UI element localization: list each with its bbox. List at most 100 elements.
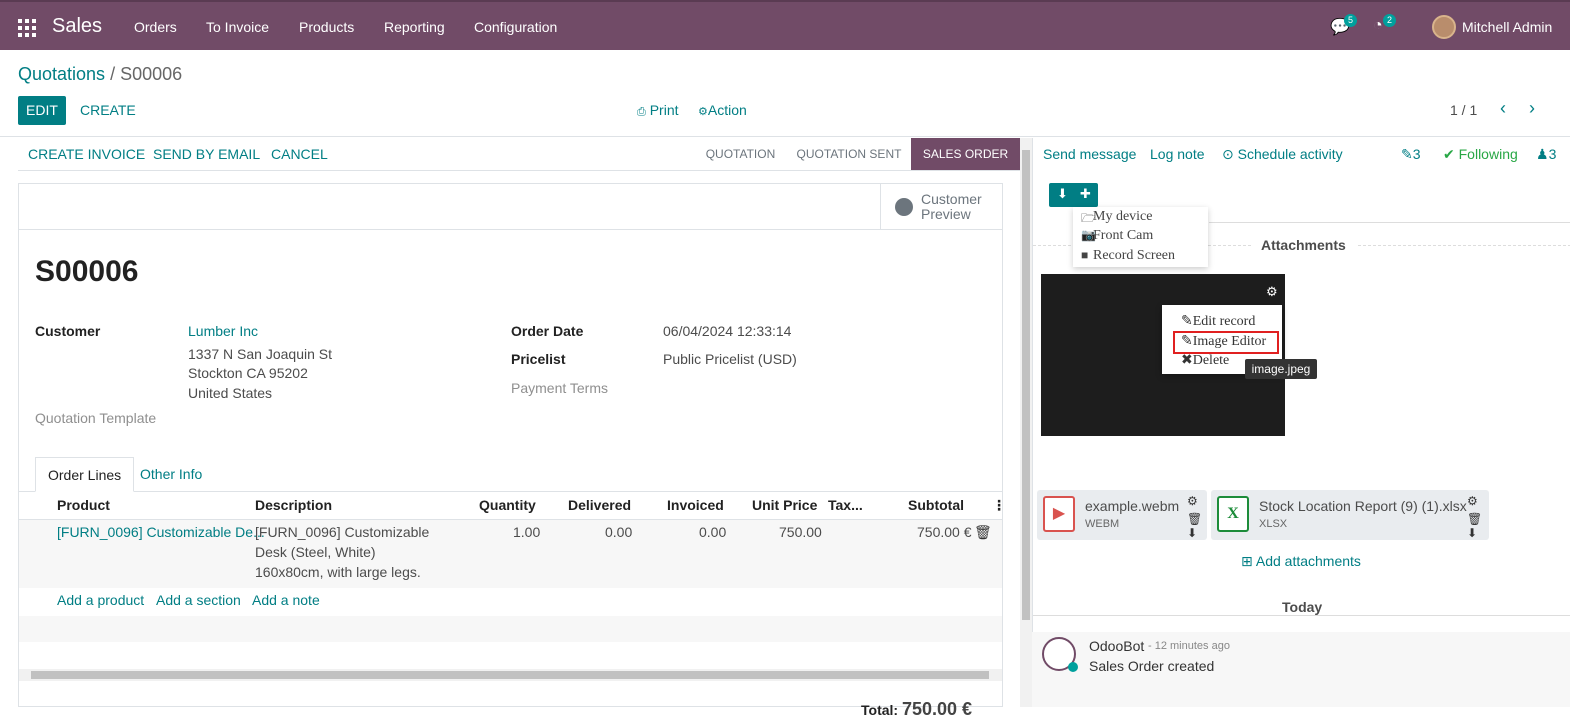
attachments-count-button[interactable]: ✎3 xyxy=(1401,146,1421,163)
pager-next-icon[interactable]: › xyxy=(1529,98,1535,119)
add-attachments-button[interactable]: ⊞ Add attachments xyxy=(1241,553,1361,570)
image-gear-icon[interactable]: ⚙ xyxy=(1266,284,1278,300)
stage-quotation[interactable]: QUOTATION xyxy=(698,138,783,170)
menu-products[interactable]: Products xyxy=(299,19,354,35)
col-delivered[interactable]: Delivered xyxy=(568,497,631,513)
add-section-link[interactable]: Add a section xyxy=(156,592,241,608)
menu-to-invoice[interactable]: To Invoice xyxy=(206,19,269,35)
activity-icon[interactable]: ◔ xyxy=(1373,17,1383,35)
apps-menu-icon[interactable] xyxy=(18,19,36,37)
activity-badge: 2 xyxy=(1383,14,1397,27)
plus-icon[interactable]: ✚ xyxy=(1080,186,1091,202)
cancel-button[interactable]: CANCEL xyxy=(271,146,328,162)
col-unit-price[interactable]: Unit Price xyxy=(752,497,817,513)
paperclip-icon: ✎ xyxy=(1401,146,1413,162)
action-button[interactable]: ⚙Action xyxy=(698,102,747,118)
attachment-gear-icon[interactable]: ⚙ xyxy=(1467,494,1478,508)
check-icon: ✔ xyxy=(1443,146,1455,162)
customer-link[interactable]: Lumber Inc xyxy=(188,321,258,341)
pricelist-value: Public Pricelist (USD) xyxy=(663,351,797,367)
image-editor-label: Image Editor xyxy=(1192,334,1267,349)
form-sheet: Customer Preview S00006 Customer Lumber … xyxy=(18,183,1006,719)
attachment-type: XLSX xyxy=(1259,518,1288,530)
breadcrumb-separator: / xyxy=(110,64,116,84)
tab-other-info[interactable]: Other Info xyxy=(128,457,214,492)
front-cam-label: Front Cam xyxy=(1093,228,1154,243)
col-product[interactable]: Product xyxy=(57,497,110,513)
stage-quotation-sent[interactable]: QUOTATION SENT xyxy=(790,138,908,170)
pricelist-label: Pricelist xyxy=(511,351,566,367)
user-menu[interactable]: Mitchell Admin xyxy=(1462,19,1552,35)
attachment-download-icon[interactable]: ⬇ xyxy=(1467,526,1477,540)
vertical-scrollbar[interactable] xyxy=(1020,138,1032,707)
customer-preview-label: Customer Preview xyxy=(921,191,982,222)
schedule-activity-button[interactable]: ⊙ Schedule activity xyxy=(1222,146,1343,163)
menu-item-my-device[interactable]: 🗁 My device xyxy=(1081,209,1152,225)
menu-orders[interactable]: Orders xyxy=(134,19,177,35)
vertical-scroll-thumb[interactable] xyxy=(1022,150,1030,620)
attachment-gear-icon[interactable]: ⚙ xyxy=(1187,494,1198,508)
col-subtotal[interactable]: Subtotal xyxy=(908,497,964,513)
print-button[interactable]: ⎙ Print xyxy=(637,102,679,119)
log-note-button[interactable]: Log note xyxy=(1150,146,1205,162)
stage-sales-order[interactable]: SALES ORDER xyxy=(911,138,1020,170)
attachment-trash-icon[interactable]: 🗑 xyxy=(1187,512,1202,526)
menu-item-front-cam[interactable]: 📷 Front Cam xyxy=(1081,228,1154,244)
trash-icon[interactable]: 🗑 xyxy=(974,522,992,542)
horizontal-scrollbar[interactable] xyxy=(19,669,1002,681)
add-note-link[interactable]: Add a note xyxy=(252,592,320,608)
odoobot-avatar[interactable] xyxy=(1042,637,1078,672)
app-brand[interactable]: Sales xyxy=(52,15,102,38)
customer-label: Customer xyxy=(35,323,101,339)
horizontal-scroll-thumb[interactable] xyxy=(31,671,989,679)
menu-item-delete[interactable]: ✖Delete xyxy=(1181,352,1229,369)
menu-configuration[interactable]: Configuration xyxy=(474,19,557,35)
followers-button[interactable]: ♟3 xyxy=(1536,146,1556,163)
menu-item-edit-record[interactable]: ✎Edit record xyxy=(1181,313,1255,330)
quotation-template-label: Quotation Template xyxy=(35,410,157,426)
following-button[interactable]: ✔ Following xyxy=(1443,146,1518,163)
download-icon[interactable]: ⬇ xyxy=(1057,186,1068,202)
create-invoice-button[interactable]: CREATE INVOICE xyxy=(28,146,145,162)
breadcrumb-quotations[interactable]: Quotations xyxy=(18,64,105,84)
plus-square-icon: ⊞ xyxy=(1241,553,1253,569)
edit-button[interactable]: EDIT xyxy=(18,96,66,125)
col-description[interactable]: Description xyxy=(255,497,332,513)
row-description-line2: Desk (Steel, White) xyxy=(255,544,376,560)
notebook-tabs: Order Lines Other Info xyxy=(19,457,1002,492)
edit-icon: ✎ xyxy=(1181,314,1193,329)
status-bar: CREATE INVOICE SEND BY EMAIL CANCEL QUOT… xyxy=(18,138,1020,171)
send-message-button[interactable]: Send message xyxy=(1043,146,1136,162)
attachment-name: example.webm xyxy=(1085,498,1180,514)
camera-icon: 📷 xyxy=(1081,228,1096,242)
row-invoiced: 0.00 xyxy=(699,524,727,540)
row-product[interactable]: [FURN_0096] Customizable De... xyxy=(57,522,265,542)
filename-tooltip: image.jpeg xyxy=(1245,359,1317,379)
menu-reporting[interactable]: Reporting xyxy=(384,19,445,35)
attachment-trash-icon[interactable]: 🗑 xyxy=(1467,512,1482,526)
col-taxes[interactable]: Tax... xyxy=(828,497,863,513)
column-options-icon[interactable]: ⋮ xyxy=(992,497,1006,514)
row-subtotal: 750.00 € xyxy=(917,524,972,540)
add-product-link[interactable]: Add a product xyxy=(57,592,144,608)
user-avatar[interactable] xyxy=(1432,15,1456,39)
upload-button-group: ⬇ ✚ xyxy=(1049,183,1098,207)
col-quantity[interactable]: Quantity xyxy=(479,497,536,513)
attachment-download-icon[interactable]: ⬇ xyxy=(1187,526,1197,540)
customer-preview-button[interactable]: Customer Preview xyxy=(880,184,1002,229)
button-box: Customer Preview xyxy=(19,184,1002,230)
menu-item-image-editor[interactable]: ✎Image Editor xyxy=(1181,333,1266,350)
heart-icon xyxy=(1068,662,1078,672)
attachment-card-webm[interactable]: ▶ example.webm WEBM ⚙ 🗑 ⬇ xyxy=(1037,490,1207,540)
create-button[interactable]: CREATE xyxy=(80,102,136,118)
send-by-email-button[interactable]: SEND BY EMAIL xyxy=(153,146,260,162)
pager-previous-icon[interactable]: ‹ xyxy=(1500,98,1506,119)
table-row[interactable]: [FURN_0096] Customizable De... [FURN_009… xyxy=(19,520,1002,588)
message-author[interactable]: OdooBot xyxy=(1089,638,1144,654)
col-invoiced[interactable]: Invoiced xyxy=(667,497,724,513)
tab-order-lines[interactable]: Order Lines xyxy=(35,457,135,492)
attachment-card-xlsx[interactable]: X Stock Location Report (9) (1).xlsx XLS… xyxy=(1211,490,1489,540)
total-value: 750.00 € xyxy=(901,699,973,719)
pager-value[interactable]: 1 / 1 xyxy=(1450,102,1477,118)
menu-item-record-screen[interactable]: ■ Record Screen xyxy=(1081,248,1175,264)
